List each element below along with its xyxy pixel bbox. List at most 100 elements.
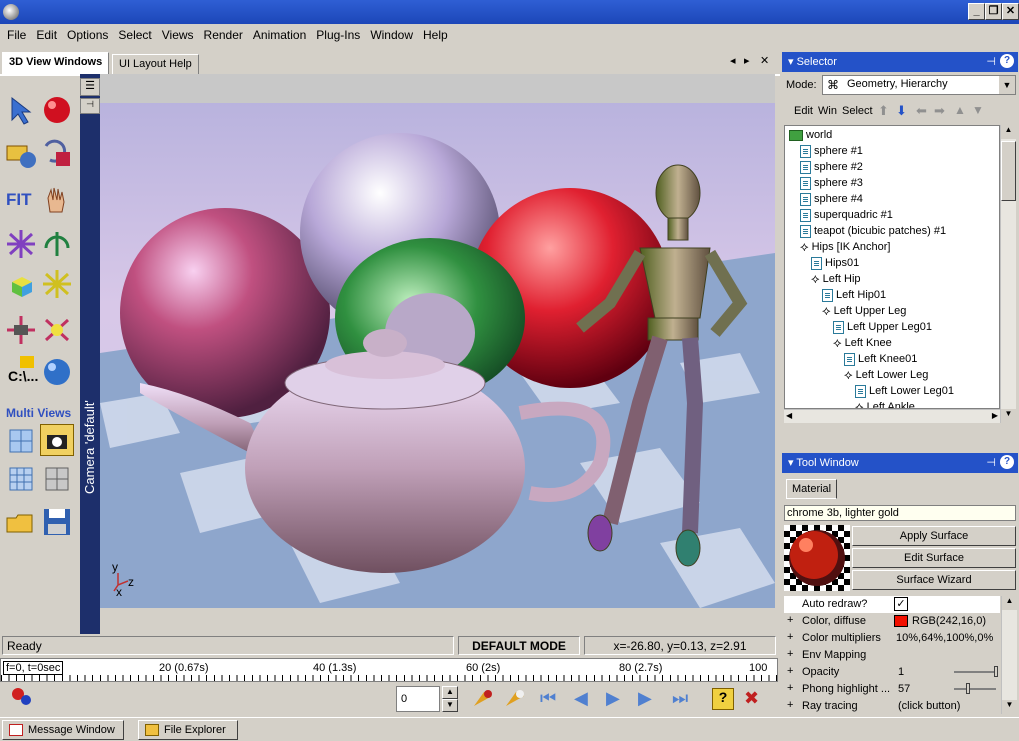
tool-window-pin-icon[interactable]: ⊣ (986, 456, 996, 469)
menu-animation[interactable]: Animation (248, 28, 311, 42)
camera-view-icon[interactable] (40, 424, 74, 456)
surface-wizard-button[interactable]: Surface Wizard (852, 570, 1016, 590)
arrow-up-icon[interactable]: ⬆ (878, 103, 889, 119)
expand-icon[interactable]: + (787, 631, 793, 643)
selector-collapse-icon[interactable]: ▾ (788, 56, 797, 68)
phong-slider-thumb[interactable] (966, 683, 970, 694)
menu-select[interactable]: Select (113, 28, 156, 42)
selector-help-icon[interactable]: ? (1000, 54, 1014, 68)
rotate-icon[interactable] (40, 228, 74, 260)
tree-item[interactable]: teapot (bicubic patches) #1 (800, 223, 946, 239)
open-scene-icon[interactable] (4, 138, 38, 170)
hand-pan-icon[interactable] (40, 184, 74, 216)
tree-item[interactable]: ⟡ Left Lower Leg (844, 367, 928, 383)
tree-item[interactable]: Left Hip01 (822, 287, 886, 303)
3d-viewport[interactable]: y z x (100, 103, 775, 608)
arrow-left-icon[interactable]: ⬅ (916, 103, 927, 119)
menu-options[interactable]: Options (62, 28, 113, 42)
prop-color-multipliers[interactable]: + Color multipliers 10%,64%,100%,0% (784, 630, 1000, 647)
tree-scroll-up-icon[interactable]: ▲ (1001, 125, 1016, 139)
frame-input[interactable] (396, 686, 440, 712)
minimize-icon[interactable]: _ (968, 3, 985, 20)
menu-help[interactable]: Help (418, 28, 453, 42)
help-icon[interactable]: ? (712, 688, 734, 710)
clear-icon[interactable]: ✖ (744, 688, 759, 709)
tree-item[interactable]: Left Lower Leg01 (855, 383, 954, 399)
opacity-slider-thumb[interactable] (994, 666, 998, 677)
menu-render[interactable]: Render (199, 28, 248, 42)
save-scene-icon[interactable] (40, 138, 74, 170)
view-menu-icon[interactable]: ☰ (80, 78, 100, 96)
expand-icon[interactable]: + (787, 614, 793, 626)
tab-scroll-left-icon[interactable]: ◂ (730, 54, 736, 67)
color-swatch[interactable] (894, 615, 908, 627)
frame-down-icon[interactable]: ▼ (442, 699, 458, 712)
prev-frame-icon[interactable]: ◀ (574, 688, 588, 709)
tab-material[interactable]: Material (786, 479, 838, 499)
triangle-up-icon[interactable]: ▲ (954, 103, 966, 117)
app-icon[interactable] (3, 4, 19, 20)
tree-item[interactable]: sphere #2 (800, 159, 863, 175)
triangle-down-icon[interactable]: ▼ (972, 103, 984, 117)
pin-icon[interactable]: ⊣ (80, 98, 100, 114)
frame-up-icon[interactable]: ▲ (442, 686, 458, 699)
next-frame-icon[interactable]: ▶ (638, 688, 652, 709)
tree-item[interactable]: sphere #4 (800, 191, 863, 207)
tree-hscrollbar[interactable]: ◀ ▶ (784, 409, 1000, 423)
tree-item[interactable]: sphere #1 (800, 143, 863, 159)
props-scroll-down-icon[interactable]: ▼ (1002, 700, 1017, 714)
selector-menu-edit[interactable]: Edit (794, 105, 813, 117)
timeline[interactable]: f=0, t=0sec 20 (0.67s) 40 (1.3s) 60 (2s)… (0, 658, 778, 682)
save-disk-icon[interactable] (40, 506, 74, 538)
auto-redraw-checkbox[interactable]: ✓ (894, 597, 908, 611)
multi-view-cube-icon[interactable] (4, 424, 38, 456)
star-transform-icon[interactable] (40, 268, 74, 300)
tab-scroll-right-icon[interactable]: ▸ (744, 54, 750, 67)
light-move-icon[interactable] (40, 314, 74, 346)
grid-view-icon[interactable] (4, 462, 38, 494)
selector-pin-icon[interactable]: ⊣ (986, 55, 996, 68)
prop-env-mapping[interactable]: + Env Mapping (784, 647, 1000, 664)
phong-slider[interactable] (954, 688, 996, 690)
prop-phong-highlight[interactable]: + Phong highlight ... 57 (784, 681, 1000, 698)
set-key-icon[interactable] (470, 686, 496, 715)
expand-icon[interactable]: + (787, 665, 793, 677)
open-folder-icon[interactable] (4, 506, 38, 538)
arrow-down-icon[interactable]: ⬇ (896, 103, 907, 119)
tab-ui-layout-help[interactable]: UI Layout Help (112, 54, 199, 74)
menu-window[interactable]: Window (365, 28, 418, 42)
tree-scroll-down-icon[interactable]: ▼ (1001, 409, 1016, 423)
tree-item[interactable]: ⟡ Left Hip (811, 271, 861, 287)
edit-surface-button[interactable]: Edit Surface (852, 548, 1016, 568)
tree-scrollbar[interactable]: ▲ ▼ (1000, 125, 1016, 423)
tree-item[interactable]: Left Upper Leg01 (833, 319, 932, 335)
tree-item[interactable]: sphere #3 (800, 175, 863, 191)
menu-views[interactable]: Views (157, 28, 199, 42)
arrow-right-icon[interactable]: ➡ (934, 103, 945, 119)
prop-opacity[interactable]: + Opacity 1 (784, 664, 1000, 681)
expand-icon[interactable]: + (787, 648, 793, 660)
opacity-slider[interactable] (954, 671, 996, 673)
path-label[interactable]: C:\... (4, 354, 38, 386)
tab-3d-view-windows[interactable]: 3D View Windows (2, 52, 110, 74)
tree-item[interactable]: ⟡ Left Ankle (855, 399, 915, 408)
expand-icon[interactable]: + (787, 699, 793, 711)
first-frame-icon[interactable]: ⏮ (540, 688, 556, 709)
camera-move-icon[interactable] (4, 314, 38, 346)
scene-tree[interactable]: world sphere #1 sphere #2 sphere #3 sphere #… (784, 125, 1000, 409)
tree-item[interactable]: world (789, 127, 832, 143)
mode-select[interactable]: ⌘ Geometry, Hierarchy ▼ (822, 75, 1016, 95)
tab-close-icon[interactable]: ✕ (760, 54, 769, 67)
tree-item[interactable]: ⟡ Left Knee (833, 335, 892, 351)
apply-surface-button[interactable]: Apply Surface (852, 526, 1016, 546)
play-icon[interactable]: ▶ (606, 688, 620, 709)
expand-icon[interactable]: + (787, 682, 793, 694)
red-sphere-icon[interactable] (40, 94, 74, 126)
message-window-button[interactable]: Message Window (2, 720, 124, 740)
quad-view-icon[interactable] (40, 462, 74, 494)
tree-item[interactable]: ⟡ Hips [IK Anchor] (800, 239, 890, 255)
menu-file[interactable]: File (2, 28, 31, 42)
tree-item[interactable]: Hips01 (811, 255, 859, 271)
tool-window-help-icon[interactable]: ? (1000, 455, 1014, 469)
material-name-field[interactable]: chrome 3b, lighter gold (784, 505, 1016, 521)
